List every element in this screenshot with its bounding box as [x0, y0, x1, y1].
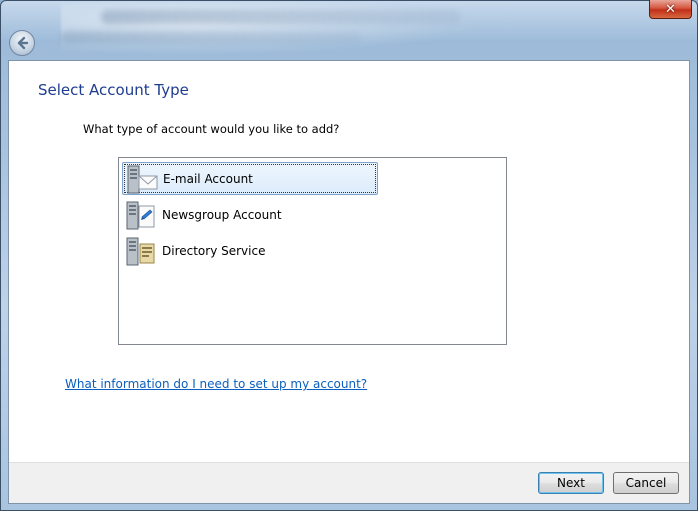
cancel-button[interactable]: Cancel	[613, 472, 679, 494]
list-item-directory-service[interactable]: Directory Service	[122, 234, 378, 267]
blurred-background-text	[61, 31, 361, 43]
back-arrow-icon	[17, 36, 29, 50]
setup-help-link[interactable]: What information do I need to set up my …	[65, 377, 367, 391]
list-item-label: E-mail Account	[163, 171, 253, 186]
list-item-email-account[interactable]: E-mail Account	[122, 162, 378, 195]
next-button[interactable]: Next	[538, 472, 604, 494]
close-button[interactable]: ✕	[649, 0, 692, 19]
list-item-label: Directory Service	[162, 243, 266, 258]
back-button[interactable]	[9, 30, 35, 56]
email-server-icon	[125, 163, 159, 195]
list-item-label: Newsgroup Account	[162, 207, 282, 222]
close-icon: ✕	[665, 1, 676, 17]
account-type-list[interactable]: E-mail Account Newsgroup Account Directo…	[118, 157, 507, 345]
newsgroup-server-icon	[124, 199, 158, 231]
blurred-background-text	[101, 10, 461, 24]
page-title: Select Account Type	[38, 81, 189, 99]
list-item-newsgroup-account[interactable]: Newsgroup Account	[122, 198, 378, 231]
account-type-question: What type of account would you like to a…	[83, 122, 340, 136]
directory-server-icon	[124, 235, 158, 267]
